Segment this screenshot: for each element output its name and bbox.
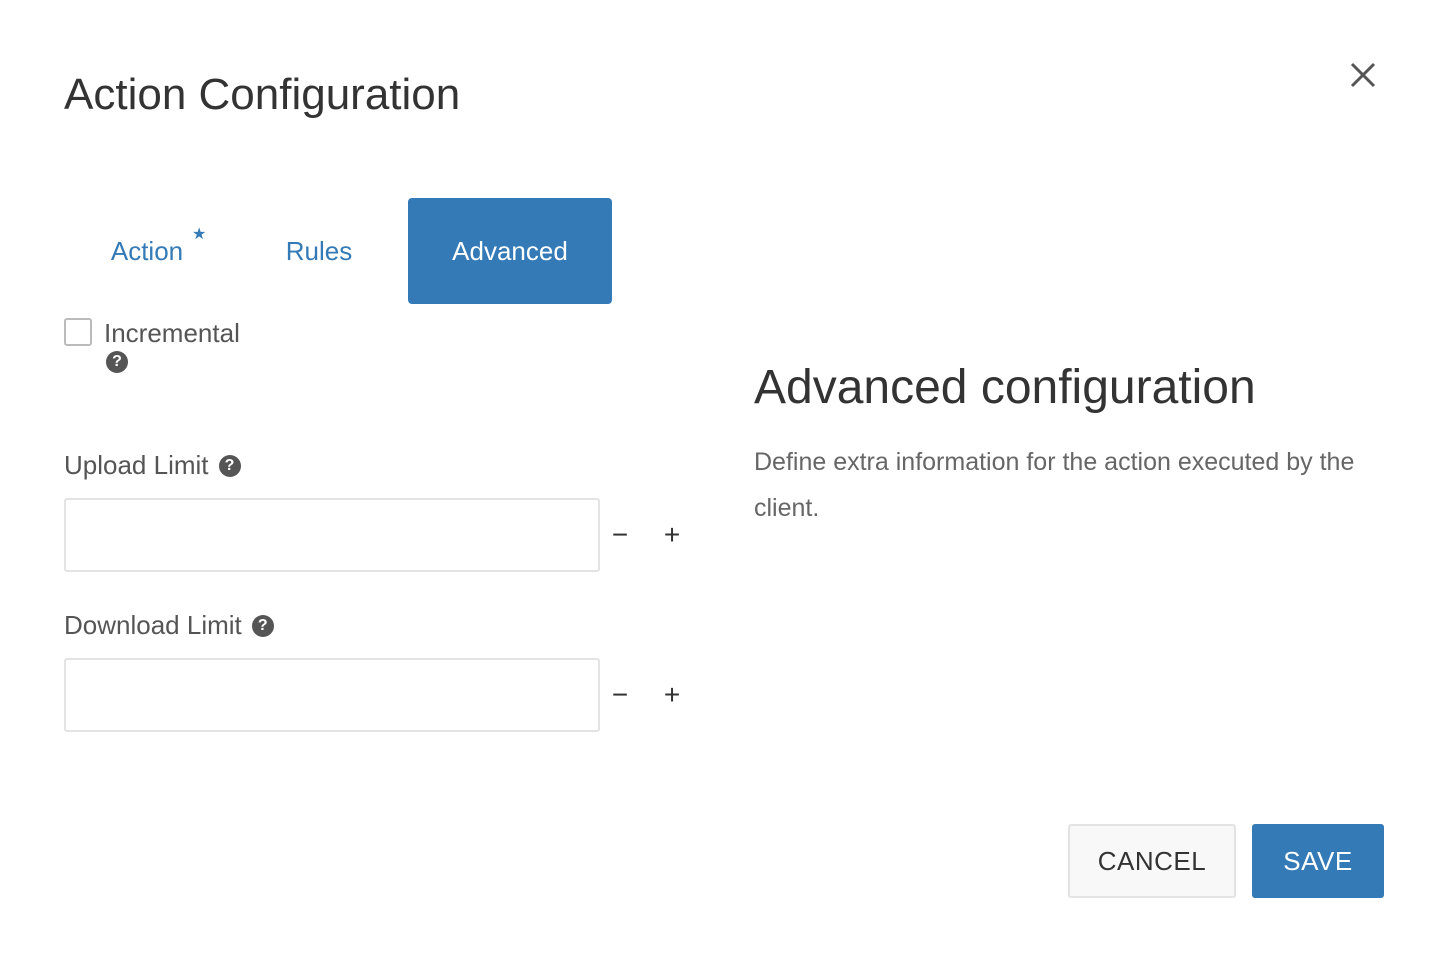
incremental-checkbox[interactable] — [64, 318, 92, 346]
tab-action[interactable]: Action ★ — [64, 198, 230, 304]
upload-limit-input[interactable] — [64, 498, 600, 572]
upload-limit-help-icon[interactable]: ? — [218, 454, 241, 477]
upload-limit-increment-button[interactable]: + — [657, 520, 687, 550]
download-limit-label: Download Limit — [64, 610, 242, 640]
close-icon — [1350, 62, 1376, 88]
upload-limit-label-row: Upload Limit ? — [64, 450, 241, 481]
close-button[interactable] — [1344, 56, 1382, 94]
download-limit-help-icon[interactable]: ? — [251, 614, 274, 637]
upload-limit-decrement-button[interactable]: − — [605, 520, 635, 550]
tab-action-label: Action — [110, 235, 184, 266]
required-star-icon: ★ — [192, 226, 207, 243]
incremental-row: Incremental — [64, 318, 240, 348]
download-limit-decrement-button[interactable]: − — [605, 680, 635, 710]
dialog-title: Action Configuration — [64, 70, 461, 119]
cancel-button[interactable]: CANCEL — [1068, 824, 1236, 898]
tab-rules-label: Rules — [285, 235, 353, 266]
incremental-help-icon[interactable]: ? — [106, 351, 128, 373]
side-panel-description: Define extra information for the action … — [754, 448, 1355, 522]
side-panel-title: Advanced configuration — [754, 361, 1256, 414]
incremental-label: Incremental — [104, 318, 240, 348]
tab-advanced[interactable]: Advanced — [408, 198, 612, 304]
upload-limit-label: Upload Limit — [64, 450, 209, 480]
tab-advanced-label: Advanced — [452, 235, 568, 266]
download-limit-input[interactable] — [64, 658, 600, 732]
save-button[interactable]: SAVE — [1252, 824, 1384, 898]
tab-rules[interactable]: Rules — [230, 198, 408, 304]
tab-bar: Action ★ Rules Advanced — [64, 198, 612, 304]
action-configuration-dialog: Action Configuration Action ★ Rules Adva… — [0, 0, 1450, 974]
download-limit-label-row: Download Limit ? — [64, 610, 274, 641]
download-limit-increment-button[interactable]: + — [657, 680, 687, 710]
